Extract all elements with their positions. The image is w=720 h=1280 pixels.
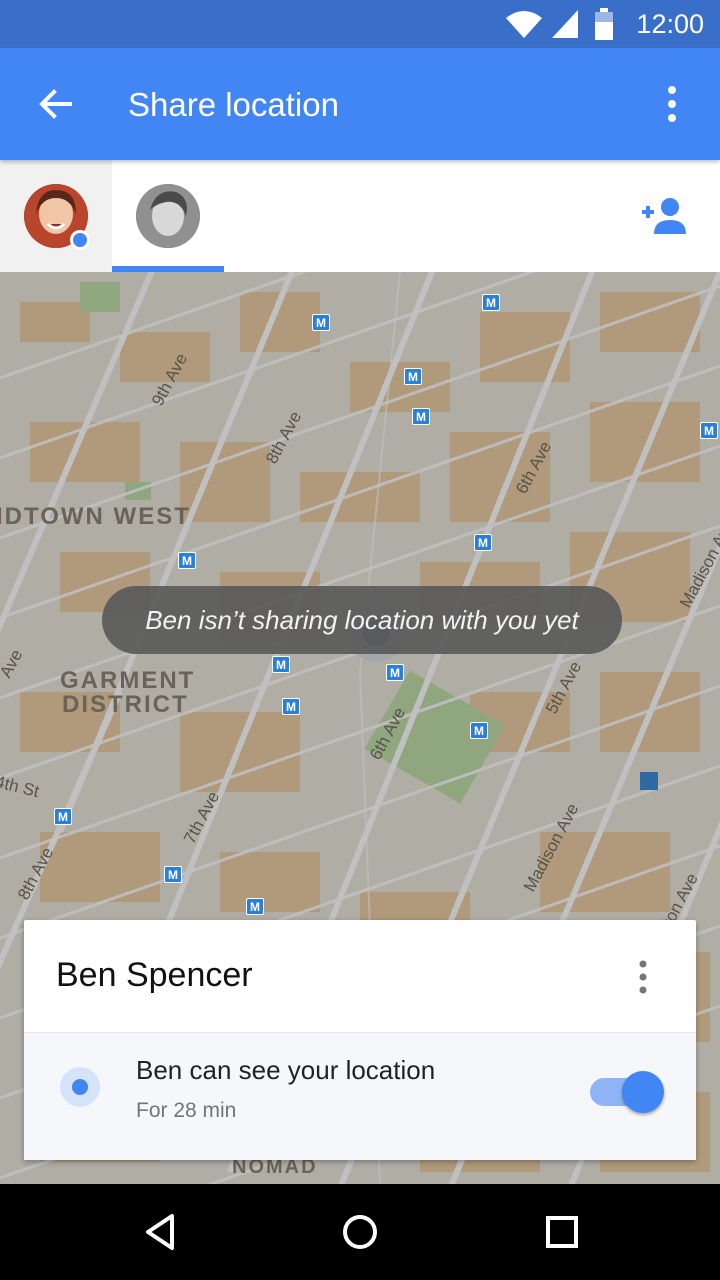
my-location-icon: [60, 1067, 100, 1107]
app-bar: Share location: [0, 48, 720, 160]
contact-name: Ben Spencer: [56, 956, 253, 994]
metro-icon: M: [700, 422, 718, 439]
not-sharing-toast: Ben isn’t sharing location with you yet: [102, 586, 622, 654]
clock: 12:00: [636, 9, 704, 39]
share-duration: For 28 min: [136, 1099, 237, 1122]
selected-tab-indicator: [112, 266, 224, 272]
metro-icon: M: [164, 866, 182, 883]
home-circle-icon[interactable]: [336, 1208, 384, 1256]
share-toggle[interactable]: [590, 1071, 664, 1113]
metro-icon: M: [54, 808, 72, 825]
more-vert-icon[interactable]: [638, 960, 648, 994]
page-title: Share location: [128, 86, 339, 123]
arrow-back-icon[interactable]: [30, 78, 82, 130]
metro-icon: M: [482, 294, 500, 311]
battery-icon: [595, 8, 613, 40]
people-tabs: [0, 160, 720, 272]
metro-icon: M: [404, 368, 422, 385]
back-triangle-icon[interactable]: [140, 1208, 180, 1256]
metro-icon: M: [272, 656, 290, 673]
person-card: Ben Spencer Ben can see your location Fo…: [24, 920, 696, 1160]
wifi-icon: [506, 11, 542, 38]
more-vert-icon[interactable]: [664, 84, 680, 124]
ben-avatar[interactable]: [136, 184, 200, 248]
metro-icon: M: [312, 314, 330, 331]
metro-icon: M: [470, 722, 488, 739]
system-nav-bar: [0, 1184, 720, 1280]
tab-self[interactable]: [0, 160, 112, 272]
metro-icon: M: [178, 552, 196, 569]
signal-icon: [552, 10, 578, 38]
share-status-text: Ben can see your location: [136, 1055, 436, 1085]
recents-square-icon[interactable]: [540, 1208, 584, 1256]
metro-icon: M: [386, 664, 404, 681]
online-indicator: [70, 230, 90, 250]
metro-icon: M: [412, 408, 430, 425]
metro-icon: M: [474, 534, 492, 551]
metro-icon: M: [246, 898, 264, 915]
district-label: DISTRICT: [62, 691, 189, 718]
person-add-icon[interactable]: [640, 196, 688, 236]
status-bar: 12:00: [0, 0, 720, 48]
share-row[interactable]: Ben can see your location For 28 min: [24, 1032, 696, 1160]
toggle-thumb: [622, 1071, 664, 1113]
metro-icon: M: [282, 698, 300, 715]
district-label: IDTOWN WEST: [0, 503, 191, 530]
